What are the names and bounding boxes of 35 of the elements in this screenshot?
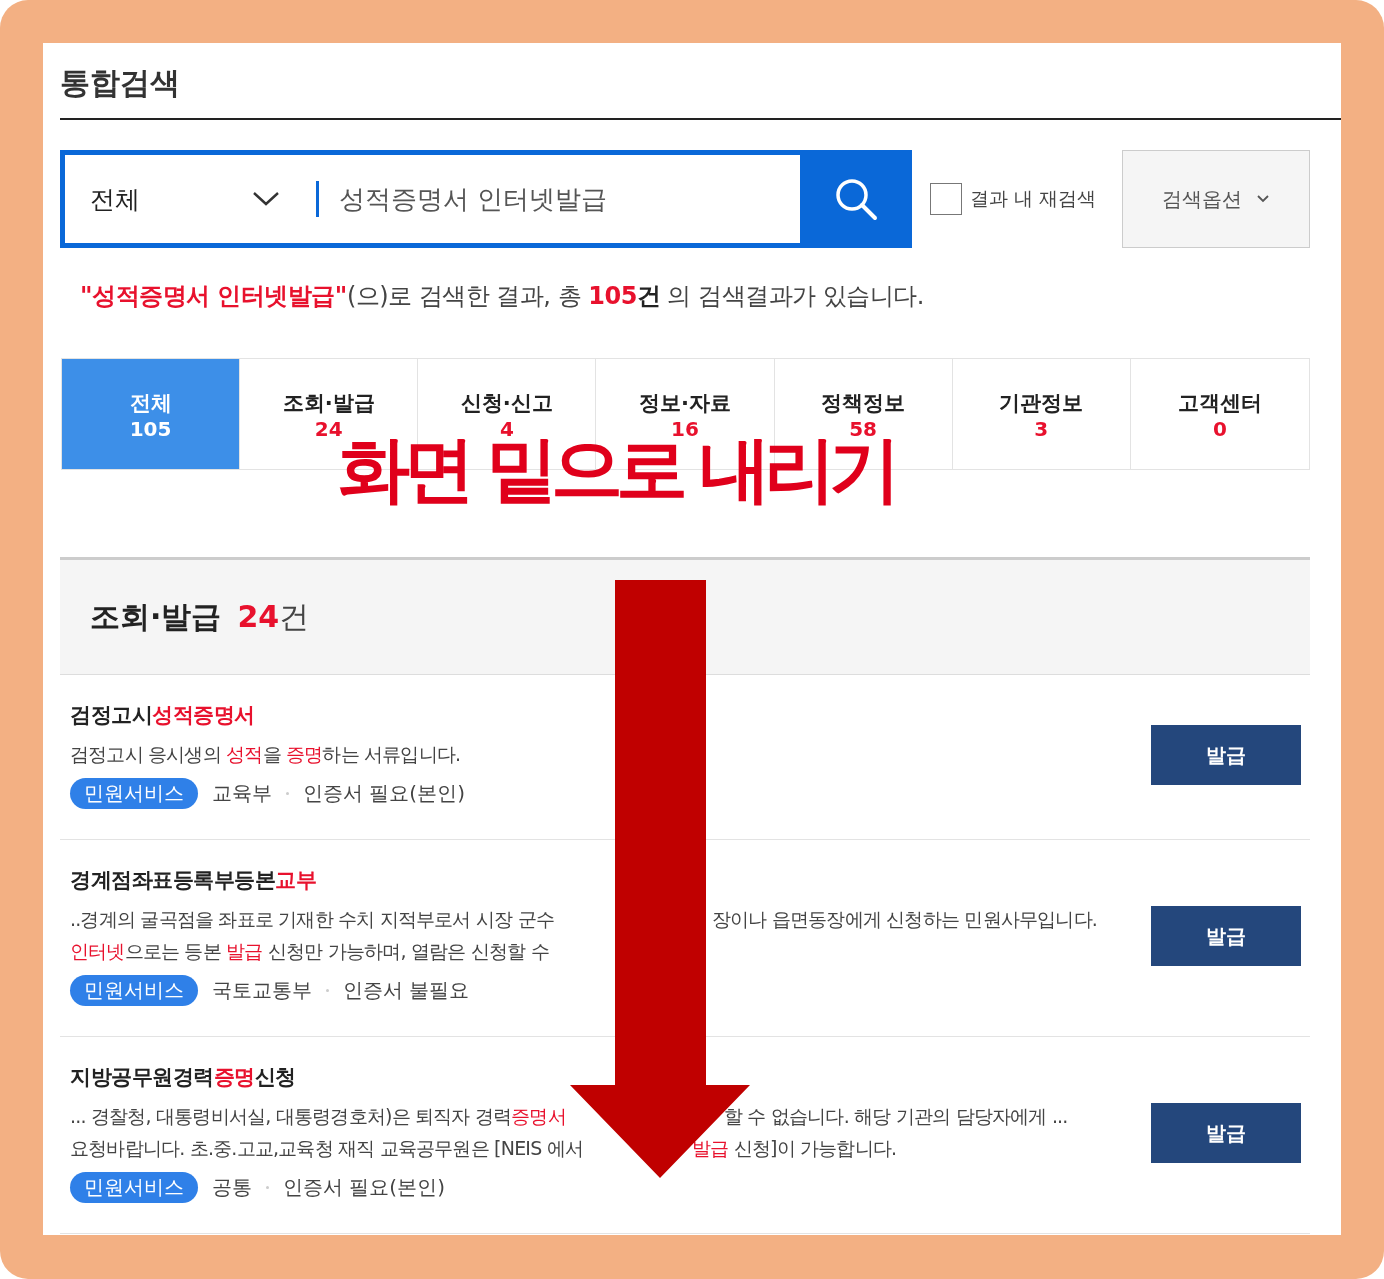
result-description: 요청바랍니다. 초.중.고교,교육청 재직 교육공무원은 [NEIS 에서 — [70, 1136, 585, 1161]
result-meta: 인증서 필요(본인) — [303, 779, 465, 807]
chevron-down-icon — [252, 191, 280, 207]
result-description: 인터넷으로는 등본 발급 신청만 가능하며, 열람은 신청할 수 — [70, 939, 549, 964]
search-icon — [834, 177, 878, 221]
result-title[interactable]: 검정고시성적증명서 — [70, 701, 1151, 729]
issue-button[interactable]: 발급 — [1151, 1103, 1301, 1163]
issue-button[interactable]: 발급 — [1151, 725, 1301, 785]
result-summary: "성적증명서 인터넷발급"(으)로 검색한 결과, 총 105건 의 검색결과가 있습니다. — [79, 281, 925, 312]
result-meta: 인증서 불필요 — [343, 976, 470, 1004]
section-title: 조회·발급 — [90, 597, 222, 636]
result-meta: 국토교통부 — [212, 976, 312, 1004]
chevron-down-icon — [1256, 194, 1270, 204]
result-description: ... 경찰청, 대통령비서실, 대통령경호처)은 퇴직자 경력증명서 — [70, 1104, 567, 1129]
search-field[interactable]: 전체 성적증명서 인터넷발급 — [60, 150, 912, 248]
category-tag: 민원서비스 — [70, 777, 198, 809]
refine-label[interactable]: 결과 내 재검색 — [970, 186, 1097, 212]
result-title[interactable]: 경계점좌표등록부등본교부 — [70, 866, 1151, 894]
section-count: 24건 — [237, 597, 310, 636]
page-title: 통합검색 — [60, 64, 181, 102]
category-tag: 민원서비스 — [70, 1171, 198, 1203]
result-description: 발급 신청]이 가능합니다. — [692, 1136, 897, 1161]
search-options-button[interactable]: 검색옵션 — [1122, 150, 1310, 248]
result-description: 검정고시 응시생의 성적 을 증명하는 서류입니다. — [70, 742, 461, 767]
issue-button[interactable]: 발급 — [1151, 906, 1301, 966]
result-meta: 공통 — [212, 1173, 252, 1201]
result-meta: 인증서 필요(본인) — [283, 1173, 445, 1201]
result-description: 할 수 없습니다. 해당 기관의 담당자에게 ... — [724, 1104, 1068, 1129]
result-description: ..경계의 굴곡점을 좌표로 기재한 수치 지적부로서 시장 군수 — [70, 907, 555, 932]
result-description: 장이나 읍면동장에게 신청하는 민원사무입니다. — [712, 907, 1097, 932]
result-meta: 교육부 — [212, 779, 272, 807]
result-title[interactable]: 지방공무원경력증명신청 — [70, 1063, 1151, 1091]
refine-checkbox[interactable] — [930, 183, 962, 215]
category-tag: 민원서비스 — [70, 974, 198, 1006]
scope-select[interactable]: 전체 — [65, 182, 304, 216]
